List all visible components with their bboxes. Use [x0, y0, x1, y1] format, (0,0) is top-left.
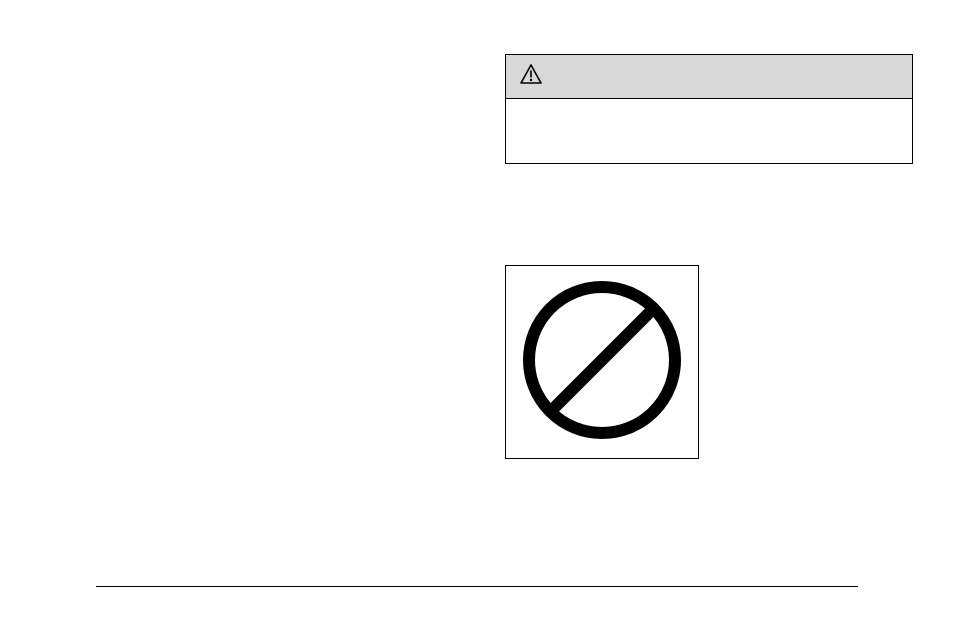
figure-box — [505, 265, 699, 459]
prohibition-icon — [517, 275, 687, 450]
footer-divider — [96, 586, 858, 587]
document-page — [0, 0, 954, 636]
warning-callout — [505, 54, 913, 164]
warning-callout-header — [506, 55, 912, 99]
warning-triangle-icon — [520, 64, 542, 89]
warning-callout-body — [506, 99, 912, 163]
